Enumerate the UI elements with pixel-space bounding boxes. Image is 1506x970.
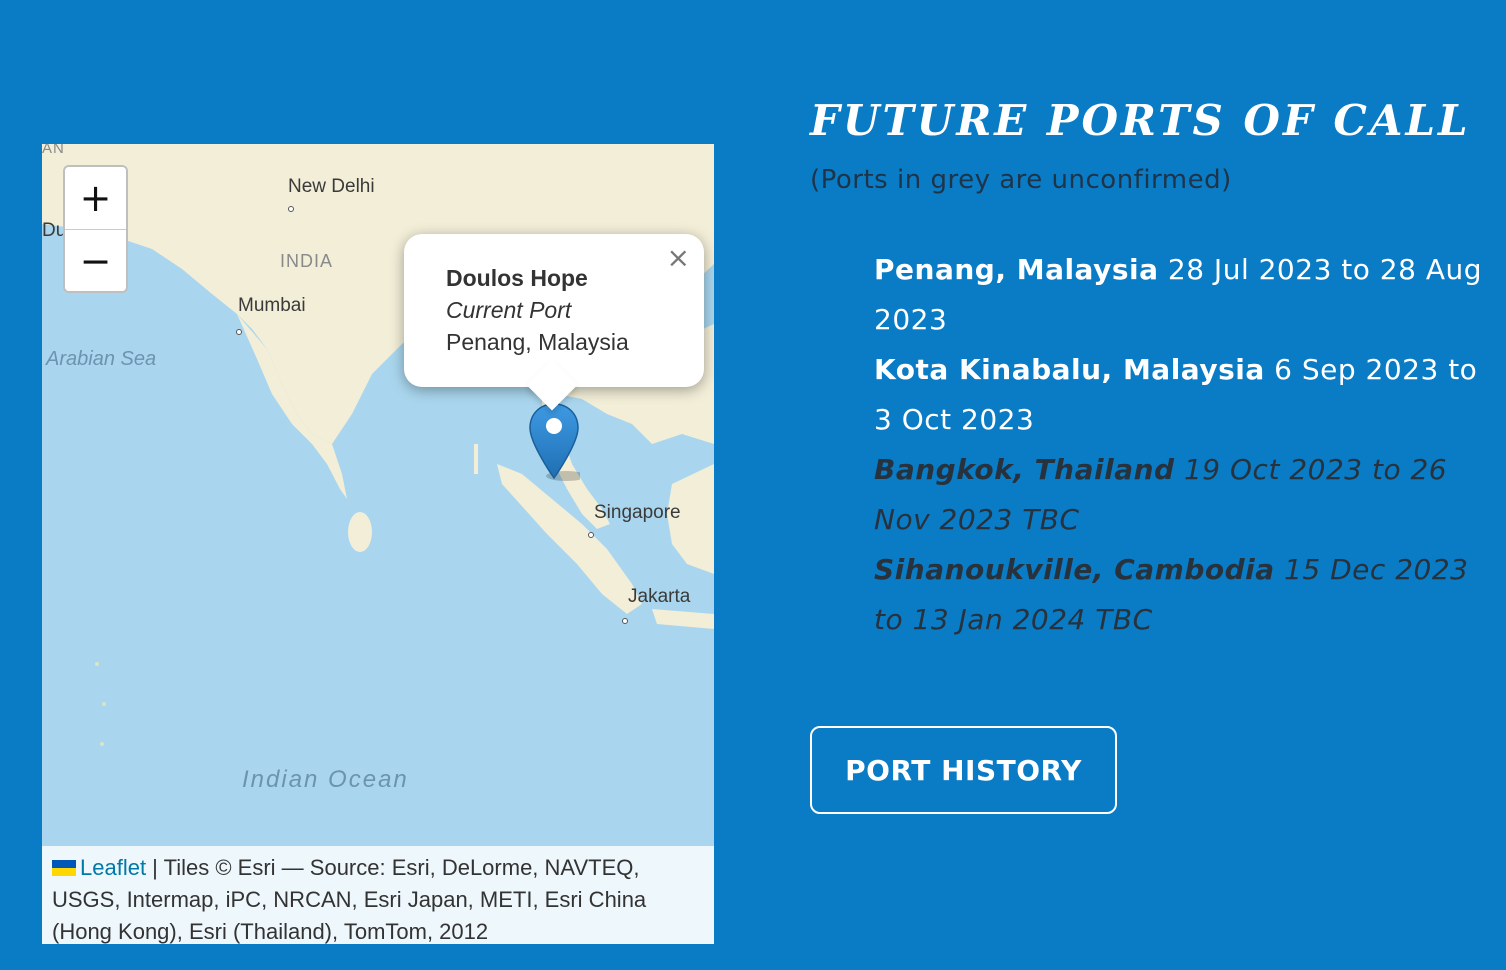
section-heading: FUTURE PORTS OF CALL <box>810 96 1471 145</box>
ukraine-flag-icon <box>52 860 76 876</box>
leaflet-link[interactable]: Leaflet <box>80 855 146 880</box>
city-dot <box>588 522 594 544</box>
city-singapore: Singapore <box>594 502 681 523</box>
map-attribution: Leaflet | Tiles © Esri — Source: Esri, D… <box>42 846 714 944</box>
port-history-button[interactable]: PORT HISTORY <box>810 726 1117 814</box>
popup-location: Penang, Malaysia <box>446 329 629 355</box>
ports-list: Penang, Malaysia 28 Jul 2023 to 28 Aug 2… <box>810 245 1490 645</box>
sea-indian-ocean: Indian Ocean <box>242 766 409 793</box>
zoom-control: + − <box>63 165 128 293</box>
popup-ship-name: Doulos Hope <box>446 265 588 291</box>
popup-close-button[interactable]: × <box>667 242 690 274</box>
city-jakarta: Jakarta <box>628 586 691 607</box>
city-dot <box>622 608 628 630</box>
sea-arabian: Arabian Sea <box>46 348 157 370</box>
port-place: Sihanoukville, Cambodia <box>874 553 1275 586</box>
city-mumbai: Mumbai <box>238 295 306 316</box>
zoom-in-button[interactable]: + <box>65 167 126 229</box>
port-place: Penang, Malaysia <box>874 253 1159 286</box>
map-marker-icon[interactable] <box>528 402 580 484</box>
zoom-out-button[interactable]: − <box>65 229 126 291</box>
city-dot <box>236 319 242 341</box>
city-new-delhi: New Delhi <box>288 176 375 197</box>
port-item-unconfirmed: Bangkok, Thailand 19 Oct 2023 to 26 Nov … <box>874 445 1490 545</box>
country-india: INDIA <box>280 251 334 271</box>
city-dot <box>288 196 294 218</box>
map-popup: × Doulos Hope Current Port Penang, Malay… <box>404 234 704 411</box>
port-item: Penang, Malaysia 28 Jul 2023 to 28 Aug 2… <box>874 245 1490 345</box>
port-item: Kota Kinabalu, Malaysia 6 Sep 2023 to 3 … <box>874 345 1490 445</box>
unconfirmed-note: (Ports in grey are unconfirmed) <box>810 165 1232 195</box>
ports-section: FUTURE PORTS OF CALL (Ports in grey are … <box>810 96 1490 645</box>
map[interactable]: AN Du New Delhi INDIA Mumbai Arabian Sea… <box>42 144 714 944</box>
popup-subtitle: Current Port <box>446 297 572 323</box>
port-item-unconfirmed: Sihanoukville, Cambodia 15 Dec 2023 to 1… <box>874 545 1490 645</box>
port-place: Kota Kinabalu, Malaysia <box>874 353 1265 386</box>
map-edge-label: AN <box>42 144 65 157</box>
port-place: Bangkok, Thailand <box>874 453 1175 486</box>
